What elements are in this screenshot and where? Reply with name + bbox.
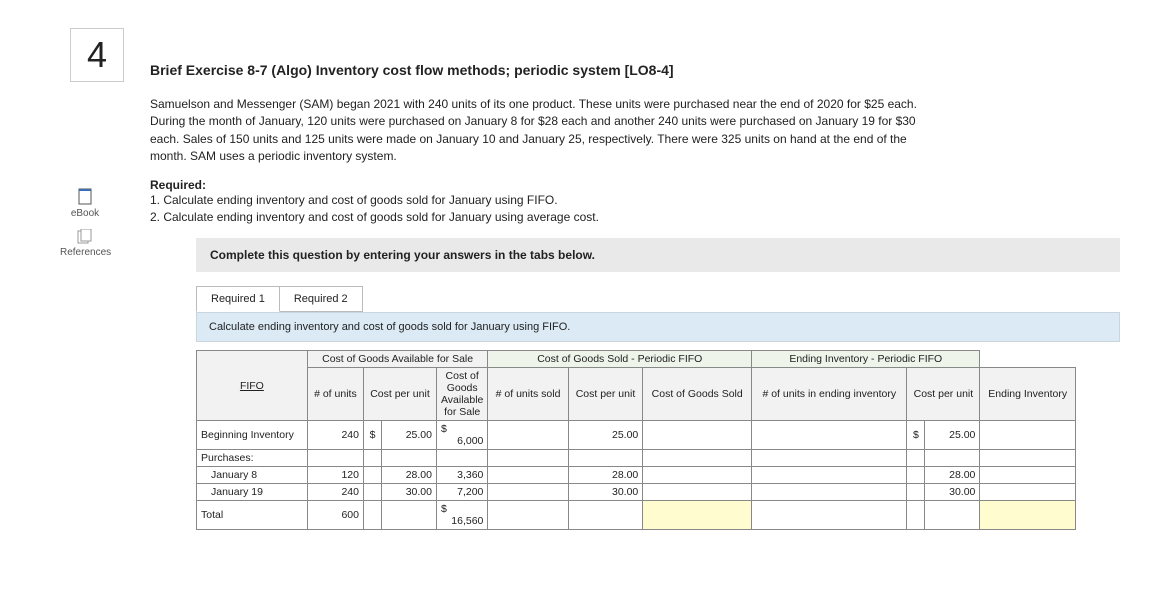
cell-beg-cogs[interactable] [643, 421, 752, 450]
cell-beg-units[interactable]: 240 [307, 421, 363, 450]
table-row: Total 600 $ 16,560 [197, 501, 1076, 530]
cell-total-units-sold[interactable] [488, 501, 568, 530]
group-header-cogs: Cost of Goods Sold - Periodic FIFO [488, 351, 752, 368]
required-label: Required: [150, 178, 1120, 192]
cell-jan19-avail[interactable]: 7,200 [436, 484, 487, 501]
fifo-table: FIFO Cost of Goods Available for Sale Co… [196, 350, 1076, 530]
group-header-ending: Ending Inventory - Periodic FIFO [752, 351, 980, 368]
col-units-avail: # of units [307, 368, 363, 421]
col-units-end: # of units in ending inventory [752, 368, 907, 421]
cell-jan8-avail[interactable]: 3,360 [436, 467, 487, 484]
row-label-jan19: January 19 [197, 484, 308, 501]
col-cogs: Cost of Goods Sold [643, 368, 752, 421]
col-costper-avail: Cost per unit [363, 368, 436, 421]
problem-text: Samuelson and Messenger (SAM) began 2021… [150, 96, 930, 166]
cell-total-units[interactable]: 600 [307, 501, 363, 530]
cell-beg-costper[interactable]: 25.00 [381, 421, 436, 450]
row-label-beginning: Beginning Inventory [197, 421, 308, 450]
cell-jan8-endinv[interactable] [980, 467, 1076, 484]
col-costper-sold: Cost per unit [568, 368, 643, 421]
instruction-bar: Complete this question by entering your … [196, 238, 1120, 272]
sidebar: eBook References [60, 188, 110, 268]
cell-jan19-units[interactable]: 240 [307, 484, 363, 501]
cell-beg-units-sold[interactable] [488, 421, 568, 450]
cell-jan19-units-end[interactable] [752, 484, 907, 501]
cell-jan8-sold-costper[interactable]: 28.00 [568, 467, 643, 484]
cell-jan8-units[interactable]: 120 [307, 467, 363, 484]
col-cogas: Cost of Goods Available for Sale [436, 368, 487, 421]
required-item-2: 2. Calculate ending inventory and cost o… [150, 209, 1120, 226]
cell-jan8-cogs[interactable] [643, 467, 752, 484]
cell-beg-sold-costper[interactable]: 25.00 [568, 421, 643, 450]
col-ending-inv: Ending Inventory [980, 368, 1076, 421]
sidebar-item-references[interactable]: References [60, 229, 110, 258]
question-number: 4 [87, 34, 107, 76]
cell-total-units-end[interactable] [752, 501, 907, 530]
cell-jan19-endinv[interactable] [980, 484, 1076, 501]
table-row: Beginning Inventory 240 $ 25.00 $ 6,000 … [197, 421, 1076, 450]
cell-jan19-sold-costper[interactable]: 30.00 [568, 484, 643, 501]
table-row: Purchases: [197, 450, 1076, 467]
question-number-box: 4 [70, 28, 124, 82]
sidebar-item-ebook[interactable]: eBook [60, 188, 110, 219]
book-icon [77, 188, 93, 206]
cell-total-avail[interactable]: 16,560 [451, 515, 483, 527]
cell-jan19-units-sold[interactable] [488, 484, 568, 501]
cell-jan8-units-end[interactable] [752, 467, 907, 484]
cell-total-endinv[interactable] [980, 501, 1076, 530]
row-label-jan8: January 8 [197, 467, 308, 484]
cell-jan19-costper[interactable]: 30.00 [381, 484, 436, 501]
cell-jan8-units-sold[interactable] [488, 467, 568, 484]
col-costper-end: Cost per unit [907, 368, 980, 421]
sub-instruction: Calculate ending inventory and cost of g… [196, 312, 1120, 342]
tab-required-2[interactable]: Required 2 [280, 286, 363, 312]
cell-total-cogs[interactable] [643, 501, 752, 530]
table-row: January 19 240 30.00 7,200 30.00 30.00 [197, 484, 1076, 501]
cell-jan8-costper[interactable]: 28.00 [381, 467, 436, 484]
sidebar-label-references: References [60, 247, 111, 258]
row-label-total: Total [197, 501, 308, 530]
table-row: January 8 120 28.00 3,360 28.00 28.00 [197, 467, 1076, 484]
cell-jan19-cogs[interactable] [643, 484, 752, 501]
dollar-sign: $ [907, 421, 925, 450]
tab-row: Required 1 Required 2 [196, 286, 1120, 312]
method-label: FIFO [197, 351, 308, 421]
dollar-sign: $ [363, 421, 381, 450]
cell-beg-units-end[interactable] [752, 421, 907, 450]
cell-jan8-end-costper[interactable]: 28.00 [925, 467, 980, 484]
row-label-purchases: Purchases: [197, 450, 308, 467]
tab-required-1[interactable]: Required 1 [196, 286, 280, 312]
references-icon [77, 229, 93, 245]
cell-beg-avail[interactable]: 6,000 [457, 435, 483, 447]
exercise-title: Brief Exercise 8-7 (Algo) Inventory cost… [150, 62, 1120, 78]
col-units-sold: # of units sold [488, 368, 568, 421]
sidebar-label-ebook: eBook [71, 208, 99, 219]
cell-beg-end-costper[interactable]: 25.00 [925, 421, 980, 450]
group-header-available: Cost of Goods Available for Sale [307, 351, 488, 368]
cell-beg-endinv[interactable] [980, 421, 1076, 450]
required-item-1: 1. Calculate ending inventory and cost o… [150, 192, 1120, 209]
cell-jan19-end-costper[interactable]: 30.00 [925, 484, 980, 501]
